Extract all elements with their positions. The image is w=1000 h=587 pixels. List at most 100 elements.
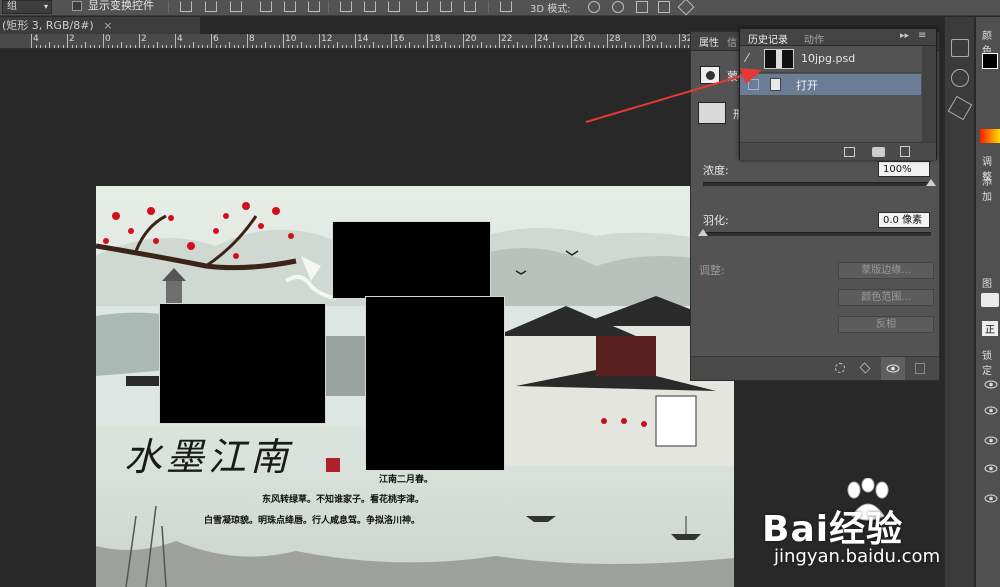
feather-label: 羽化: xyxy=(703,214,729,227)
align-top-icon[interactable] xyxy=(180,1,192,12)
canvas-artwork[interactable]: 水墨江南 江南二月春。 东风转绿草。不知谁家子。看花桃李津。 白雪凝琼貌。明珠点… xyxy=(96,186,734,587)
mask-edge-button[interactable]: 蒙版边缘... xyxy=(838,262,934,279)
ruler-tick xyxy=(53,45,55,48)
trash-icon[interactable] xyxy=(900,146,910,157)
ruler-tick xyxy=(44,45,46,48)
align-hcenter-icon[interactable] xyxy=(284,1,296,12)
align-left-icon[interactable] xyxy=(260,1,272,12)
ruler-tick xyxy=(512,45,514,48)
ruler-tick xyxy=(638,45,640,48)
toggle-visibility-button[interactable] xyxy=(881,357,905,380)
scale-3d-icon[interactable] xyxy=(677,0,695,16)
tab-properties[interactable]: 属性 xyxy=(699,34,719,49)
apply-mask-icon[interactable] xyxy=(859,362,871,374)
layer-filter-search-icon[interactable] xyxy=(981,293,999,307)
ruler-tick xyxy=(611,45,613,48)
auto-align-icon[interactable] xyxy=(500,1,512,12)
properties-dock-icon[interactable] xyxy=(951,69,969,87)
ruler-tick xyxy=(566,45,568,48)
history-dock-icon[interactable] xyxy=(951,39,969,57)
black-rectangle-right[interactable] xyxy=(365,296,505,471)
ruler-tick xyxy=(314,45,316,48)
ruler-label: 14 xyxy=(357,34,369,44)
ruler-tick xyxy=(634,45,635,48)
ruler-tick xyxy=(391,34,392,48)
ruler-label: 12 xyxy=(321,34,333,44)
ruler-tick xyxy=(368,45,370,48)
eye-icon[interactable] xyxy=(984,464,998,473)
roll-3d-icon[interactable] xyxy=(612,1,624,13)
feather-slider-thumb[interactable] xyxy=(698,229,708,236)
ruler-tick xyxy=(323,45,325,48)
ruler-tick xyxy=(188,45,190,48)
ruler-tick xyxy=(377,45,379,48)
density-field[interactable]: 100% xyxy=(878,161,930,177)
ruler-tick xyxy=(463,34,464,48)
distribute-vcenter-icon[interactable] xyxy=(364,1,376,12)
tab-actions[interactable]: 动作 xyxy=(804,31,824,46)
collapse-panel-icon[interactable]: ▸▸ xyxy=(900,31,909,41)
feather-slider-track[interactable] xyxy=(703,232,931,236)
tab-history[interactable]: 历史记录 xyxy=(748,31,788,46)
ruler-tick xyxy=(76,45,77,48)
distribute-hcenter-icon[interactable] xyxy=(440,1,452,12)
ruler-tick xyxy=(166,45,167,48)
new-document-from-state-icon[interactable] xyxy=(844,147,855,157)
red-seal-stamp xyxy=(326,458,340,472)
ruler-tick xyxy=(593,45,595,48)
load-selection-icon[interactable] xyxy=(835,363,845,373)
close-tab-icon[interactable]: × xyxy=(103,19,112,32)
group-dropdown[interactable]: 组 ▾ xyxy=(2,0,52,14)
camera-icon[interactable] xyxy=(872,147,885,157)
ruler-tick xyxy=(85,42,86,48)
eye-icon[interactable] xyxy=(984,380,998,389)
foreground-color-swatch[interactable] xyxy=(982,53,998,69)
align-vcenter-icon[interactable] xyxy=(205,1,217,12)
density-slider-thumb[interactable] xyxy=(926,179,936,186)
ruler-tick xyxy=(148,45,149,48)
density-label: 浓度: xyxy=(703,164,729,177)
ruler-label: 24 xyxy=(537,34,549,44)
rotate-3d-icon[interactable] xyxy=(588,1,600,13)
blend-mode-dropdown[interactable]: 正 xyxy=(982,321,998,336)
feather-field[interactable]: 0.0 像素 xyxy=(878,212,930,228)
ruler-tick xyxy=(607,34,608,48)
eye-icon[interactable] xyxy=(984,406,998,415)
distribute-top-icon[interactable] xyxy=(340,1,352,12)
ruler-tick xyxy=(548,45,550,48)
black-rectangle-top[interactable] xyxy=(332,221,491,299)
ruler-tick xyxy=(67,34,68,48)
tab-info[interactable]: 信 xyxy=(727,34,737,49)
density-slider-track[interactable] xyxy=(703,182,931,186)
black-rectangle-left[interactable] xyxy=(159,303,326,424)
panel-menu-icon[interactable]: ≡ xyxy=(918,30,926,41)
3d-dock-icon[interactable] xyxy=(947,95,973,121)
ruler-tick xyxy=(112,45,113,48)
ruler-tick xyxy=(530,45,532,48)
ruler-tick xyxy=(625,42,626,48)
show-transform-checkbox[interactable] xyxy=(72,1,82,11)
distribute-bottom-icon[interactable] xyxy=(388,1,400,12)
color-ramp[interactable] xyxy=(980,129,1000,143)
group-dropdown-value: 组 xyxy=(7,1,17,12)
invert-button[interactable]: 反相 xyxy=(838,316,934,333)
slide-3d-icon[interactable] xyxy=(658,1,670,13)
ruler-tick xyxy=(283,34,284,48)
align-right-icon[interactable] xyxy=(308,1,320,12)
align-bottom-icon[interactable] xyxy=(230,1,242,12)
eye-icon[interactable] xyxy=(984,436,998,445)
distribute-right-icon[interactable] xyxy=(464,1,476,12)
distribute-left-icon[interactable] xyxy=(416,1,428,12)
ruler-tick xyxy=(526,45,527,48)
ruler-tick xyxy=(98,45,100,48)
document-tab[interactable]: (矩形 3, RGB/8#) × xyxy=(0,17,200,34)
color-range-button[interactable]: 颜色范围... xyxy=(838,289,934,306)
history-scrollbar[interactable] xyxy=(922,46,936,142)
ruler-tick xyxy=(197,45,199,48)
ruler-tick xyxy=(130,45,131,48)
pan-3d-icon[interactable] xyxy=(636,1,648,13)
trash-icon[interactable] xyxy=(915,363,925,374)
ruler-tick xyxy=(395,45,397,48)
ruler-label: 10 xyxy=(285,34,297,44)
ruler-tick xyxy=(602,45,604,48)
